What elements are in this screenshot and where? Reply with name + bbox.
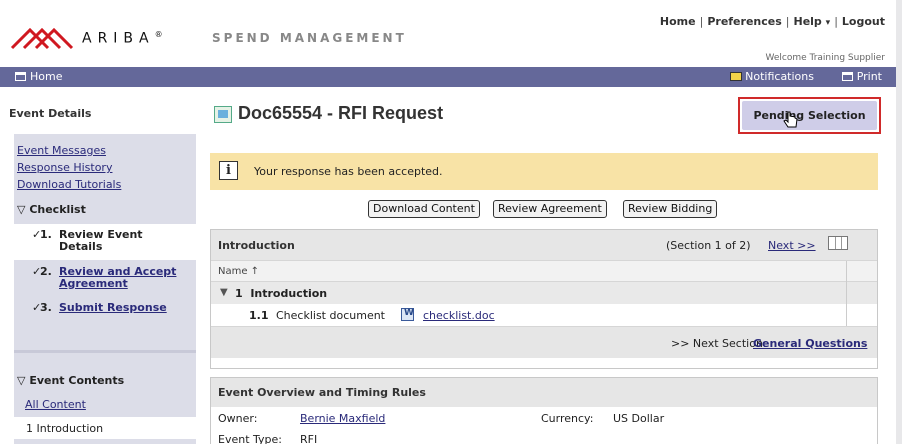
status-highlight: Pending Selection (738, 97, 881, 134)
product-name: SPEND MANAGEMENT (212, 31, 407, 45)
chevron-down-icon: ▾ (825, 18, 831, 28)
main-content: Doc65554 - RFI Request Pending Selection… (196, 87, 902, 444)
general-questions-link[interactable]: General Questions (753, 337, 867, 350)
next-section-bar: >> Next Section: General Questions (211, 326, 877, 358)
currency-label: Currency: (541, 412, 594, 425)
ariba-logo[interactable]: ARIBA® (10, 18, 200, 54)
scrollbar-edge (896, 0, 902, 444)
column-divider (846, 282, 847, 326)
collapse-triangle-icon[interactable]: ▼ (220, 287, 228, 298)
table-row: 1.1 Checklist document checklist.doc (211, 304, 877, 326)
nav-bar: Home Notifications Print (0, 67, 896, 87)
sidebar-link-download-tutorials[interactable]: Download Tutorials (17, 178, 121, 191)
review-bidding-button[interactable]: Review Bidding (623, 200, 718, 218)
triangle-down-icon: ▽ (17, 374, 26, 387)
owner-label: Owner: (218, 412, 258, 425)
event-type-value: RFI (300, 433, 318, 444)
row-label: Checklist document (276, 309, 385, 322)
checklist-step-3[interactable]: ✓ 3. Submit Response (14, 300, 196, 316)
column-header: Name ↑ (211, 260, 877, 283)
row-number: 1.1 (249, 309, 269, 322)
envelope-icon (730, 72, 743, 81)
download-content-button[interactable]: Download Content (368, 200, 480, 218)
nav-print[interactable]: Print (841, 70, 882, 83)
row-label: 1 Introduction (235, 287, 328, 300)
event-contents-heading[interactable]: ▽ Event Contents (17, 374, 124, 387)
nav-notifications-label: Notifications (745, 70, 814, 83)
rfi-document-icon (214, 106, 232, 123)
pending-selection-button[interactable]: Pending Selection (742, 101, 877, 130)
checklist-step-1[interactable]: ✓ 1. Review Event Details (14, 224, 196, 260)
checklist-step-2[interactable]: ✓ 2. Review and Accept Agreement (14, 265, 196, 295)
header: ARIBA® SPEND MANAGEMENT Home | Preferences… (0, 0, 902, 67)
printer-icon (841, 72, 853, 81)
event-overview-header: Event Overview and Timing Rules (211, 378, 877, 407)
welcome-text: Welcome Training Supplier (765, 53, 885, 63)
triangle-down-icon: ▽ (17, 203, 26, 216)
introduction-section: Introduction (Section 1 of 2) Next >> Na… (210, 229, 878, 369)
nav-notifications[interactable]: Notifications (730, 70, 814, 83)
introduction-title: Introduction (218, 239, 295, 252)
success-message: i Your response has been accepted. (210, 153, 878, 190)
top-link-logout[interactable]: Logout (842, 15, 885, 28)
all-content-link[interactable]: All Content (25, 398, 86, 411)
top-link-home[interactable]: Home (660, 15, 696, 28)
sidebar-link-response-history[interactable]: Response History (17, 161, 112, 174)
info-icon: i (219, 161, 238, 180)
nav-print-label: Print (856, 70, 882, 83)
sidebar-title: Event Details (9, 107, 92, 120)
review-agreement-button[interactable]: Review Agreement (493, 200, 607, 218)
checklist-doc-link[interactable]: checklist.doc (423, 309, 495, 322)
step-3-link[interactable]: Submit Response (59, 302, 167, 314)
column-name-sort[interactable]: Name ↑ (218, 266, 259, 277)
table-options-icon[interactable] (828, 236, 848, 250)
section-indicator: (Section 1 of 2) (666, 239, 751, 252)
sidebar-link-event-messages[interactable]: Event Messages (17, 144, 106, 157)
checklist-heading[interactable]: ▽ Checklist (17, 203, 86, 216)
currency-value: US Dollar (613, 412, 665, 425)
top-link-help[interactable]: Help ▾ (794, 15, 831, 28)
introduction-header: Introduction (Section 1 of 2) Next >> (211, 230, 877, 260)
word-document-icon (401, 308, 414, 321)
page-title: Doc65554 - RFI Request (238, 103, 444, 123)
event-overview-section: Event Overview and Timing Rules Owner: B… (210, 377, 878, 444)
event-overview-title: Event Overview and Timing Rules (218, 386, 426, 399)
event-type-label: Event Type: (218, 433, 282, 444)
column-divider (846, 261, 847, 283)
nav-home-label: Home (30, 70, 63, 83)
brand-wordmark: ARIBA® (82, 30, 163, 47)
contents-item-introduction[interactable]: 1 Introduction (14, 417, 196, 439)
success-message-text: Your response has been accepted. (254, 165, 443, 178)
next-section-link[interactable]: Next >> (768, 239, 816, 252)
hand-cursor-icon (783, 111, 798, 128)
nav-home[interactable]: Home (15, 70, 62, 83)
ariba-logo-icon (10, 27, 74, 50)
sidebar: Event Details Event Messages Response Hi… (0, 87, 196, 444)
top-links: Home | Preferences | Help ▾ | Logout (659, 15, 885, 28)
table-row[interactable]: ▼ 1 Introduction (211, 282, 877, 304)
owner-link[interactable]: Bernie Maxfield (300, 412, 385, 425)
home-icon (15, 72, 26, 81)
top-link-preferences[interactable]: Preferences (707, 15, 781, 28)
